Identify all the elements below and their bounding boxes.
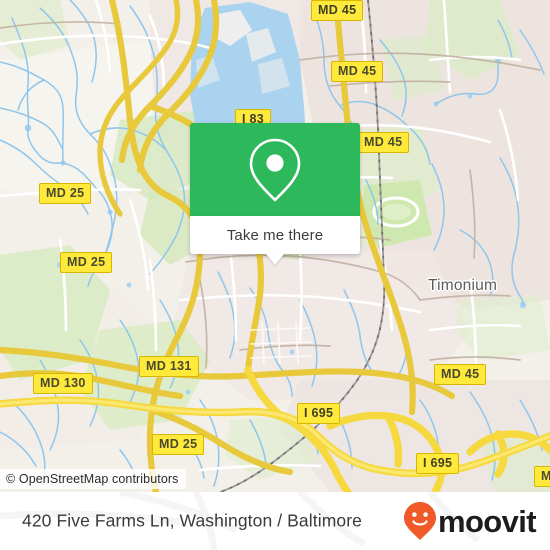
- moovit-wordmark: moovit: [437, 503, 537, 539]
- moovit-smiley-pin-icon: [403, 502, 436, 540]
- popup-pointer-tail: [266, 254, 284, 265]
- map-pin-icon: [249, 138, 301, 201]
- road-shield-md-edge: MD: [534, 466, 550, 487]
- address-text: 420 Five Farms Ln, Washington / Baltimor…: [22, 510, 362, 531]
- road-shield-md131: MD 131: [139, 356, 199, 377]
- road-shield-md25-1: MD 25: [39, 183, 92, 204]
- road-shield-md45-1: MD 45: [311, 0, 364, 21]
- road-shield-md25-3: MD 25: [152, 434, 205, 455]
- road-shield-md45-2: MD 45: [331, 61, 384, 82]
- take-me-there-button[interactable]: Take me there: [190, 216, 360, 265]
- road-shield-i695-2: I 695: [416, 453, 460, 474]
- road-shield-md45-4: MD 45: [434, 364, 487, 385]
- road-shield-md130: MD 130: [33, 373, 93, 394]
- place-label-timonium: Timonium: [428, 277, 498, 294]
- osm-attribution[interactable]: © OpenStreetMap contributors: [0, 469, 186, 489]
- take-me-there-label: Take me there: [226, 226, 324, 244]
- footer-bar: 420 Five Farms Ln, Washington / Baltimor…: [0, 492, 550, 550]
- location-popup-card[interactable]: Take me there: [190, 123, 360, 265]
- moovit-brand[interactable]: moovit: [403, 501, 537, 541]
- road-shield-i695-1: I 695: [297, 403, 341, 424]
- road-shield-md45-3: MD 45: [357, 132, 410, 153]
- map-screenshot: © OpenStreetMap contributors Timonium MD…: [0, 0, 550, 550]
- popup-header: [190, 123, 360, 216]
- road-shield-md25-2: MD 25: [60, 252, 113, 273]
